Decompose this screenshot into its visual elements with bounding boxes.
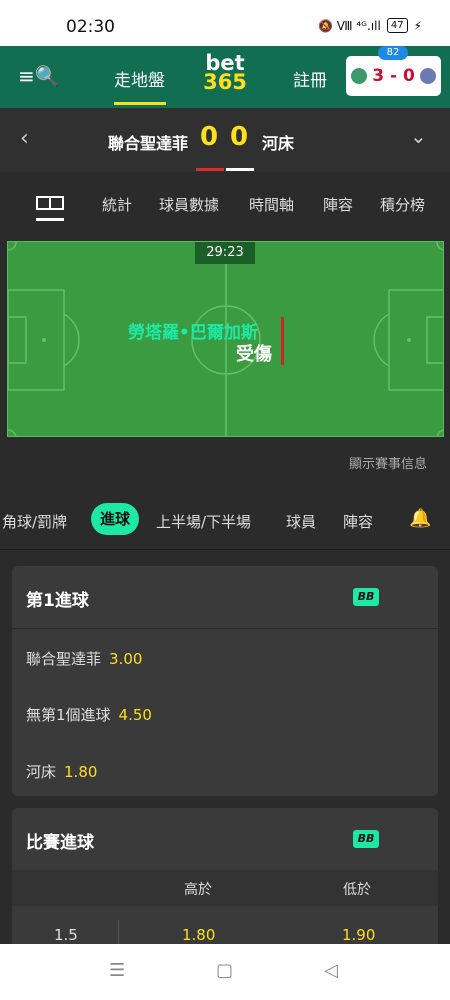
selection-label: 聯合聖達菲	[26, 650, 102, 668]
home-team-crest-icon	[351, 68, 368, 84]
selection-label: 河床	[26, 763, 57, 781]
battery-icon: 47	[386, 18, 408, 33]
selection-odds[interactable]: 1.80	[64, 763, 97, 781]
away-score: 0	[230, 122, 249, 152]
pitch-panel	[0, 234, 450, 484]
away-team-crest-icon	[419, 68, 436, 84]
column-divider	[118, 920, 119, 944]
over-label: 高於	[184, 882, 212, 898]
tab-timeline[interactable]: 時間軸	[249, 194, 294, 215]
chevron-left-icon[interactable]: ‹	[20, 126, 29, 151]
match-timer: 29:23	[195, 242, 255, 264]
tab-lineup[interactable]: 陣容	[323, 194, 353, 215]
app-header: ≡🔍 走地盤 bet 365 註冊 3 - 0 82	[0, 46, 450, 108]
back-icon[interactable]: ◁	[324, 960, 338, 981]
home-icon[interactable]: ▢	[216, 960, 233, 981]
charging-icon: ⚡	[413, 18, 422, 33]
register-link[interactable]: 註冊	[293, 66, 327, 91]
event-marker	[281, 317, 284, 365]
market-tab-lineup[interactable]: 陣容	[343, 511, 373, 532]
status-icons: 🔕 Ⅷ ⁴ᴳ.ıll 47 ⚡	[318, 18, 422, 33]
status-bar: 02:30 🔕 Ⅷ ⁴ᴳ.ıll 47 ⚡	[0, 0, 450, 46]
match-goals-market: 比賽進球 BB 高於 低於 1.5 1.80 1.90	[12, 808, 438, 944]
menu-search-icon[interactable]: ≡🔍	[18, 64, 60, 88]
tab-standings[interactable]: 積分榜	[380, 194, 425, 215]
selection-row[interactable]: 河床 1.80	[26, 761, 97, 782]
signal-icons: 🔕 Ⅷ ⁴ᴳ.ıll	[317, 18, 381, 33]
away-team-name: 河床	[262, 134, 295, 153]
match-header: ‹ 聯合聖達菲 0 0 河床 ⌄	[0, 108, 450, 172]
bet-builder-icon[interactable]: BB	[353, 830, 379, 848]
market-tab-goals[interactable]: 進球	[91, 503, 139, 535]
tab-active-underline	[36, 218, 64, 221]
score-card-badge: 82	[378, 46, 408, 60]
away-color-bar	[226, 168, 254, 171]
over-under-header: 高於 低於	[12, 870, 438, 906]
market-tab-players[interactable]: 球員	[286, 511, 316, 532]
home-score: 0	[200, 122, 219, 152]
nav-live-underline	[114, 102, 166, 105]
selection-row[interactable]: 無第1個進球 4.50	[26, 704, 152, 725]
selection-label: 無第1個進球	[26, 706, 111, 724]
status-time: 02:30	[66, 17, 115, 37]
over-odds[interactable]: 1.80	[182, 926, 215, 944]
match-tabs: 統計 球員數據 時間軸 陣容 積分榜	[0, 172, 450, 234]
home-team-name: 聯合聖達菲	[108, 134, 189, 153]
goal-line: 1.5	[54, 926, 78, 944]
selection-row[interactable]: 聯合聖達菲 3.00	[26, 648, 142, 669]
tab-player-data[interactable]: 球員數據	[159, 194, 219, 215]
market-tab-halves[interactable]: 上半場/下半場	[156, 511, 251, 532]
nav-live-link[interactable]: 走地盤	[114, 66, 165, 91]
recent-apps-icon[interactable]: ☰	[109, 960, 125, 981]
tab-stats[interactable]: 統計	[102, 194, 132, 215]
live-score: 3 - 0	[372, 66, 415, 86]
system-navbar: ☰ ▢ ◁	[0, 944, 450, 1000]
first-goal-market: 第1進球 BB 聯合聖達菲 3.00 無第1個進球 4.50 河床 1.80	[12, 566, 438, 796]
market-tabs: 角球/罰牌 進球 上半場/下半場 球員 陣容 🔔	[0, 484, 450, 550]
chevron-down-icon[interactable]: ⌄	[410, 124, 427, 148]
logo-text-365: 365	[203, 70, 247, 94]
bet365-logo[interactable]: bet 365	[201, 53, 249, 94]
divider	[12, 628, 438, 629]
market-title: 第1進球	[26, 591, 89, 611]
market-title: 比賽進球	[26, 833, 94, 853]
bell-icon[interactable]: 🔔	[409, 508, 431, 529]
show-match-info-link[interactable]: 顯示賽事信息	[349, 453, 427, 472]
selection-odds[interactable]: 3.00	[109, 650, 142, 668]
event-type: 受傷	[236, 344, 272, 365]
home-color-bar	[196, 168, 224, 171]
bet-builder-icon[interactable]: BB	[353, 588, 379, 606]
under-label: 低於	[343, 882, 371, 898]
live-score-card[interactable]: 3 - 0	[346, 56, 441, 96]
under-odds[interactable]: 1.90	[342, 926, 375, 944]
market-tab-corners-cards[interactable]: 角球/罰牌	[2, 511, 67, 532]
pitch-view-icon[interactable]	[36, 196, 64, 210]
selection-odds[interactable]: 4.50	[119, 706, 152, 724]
